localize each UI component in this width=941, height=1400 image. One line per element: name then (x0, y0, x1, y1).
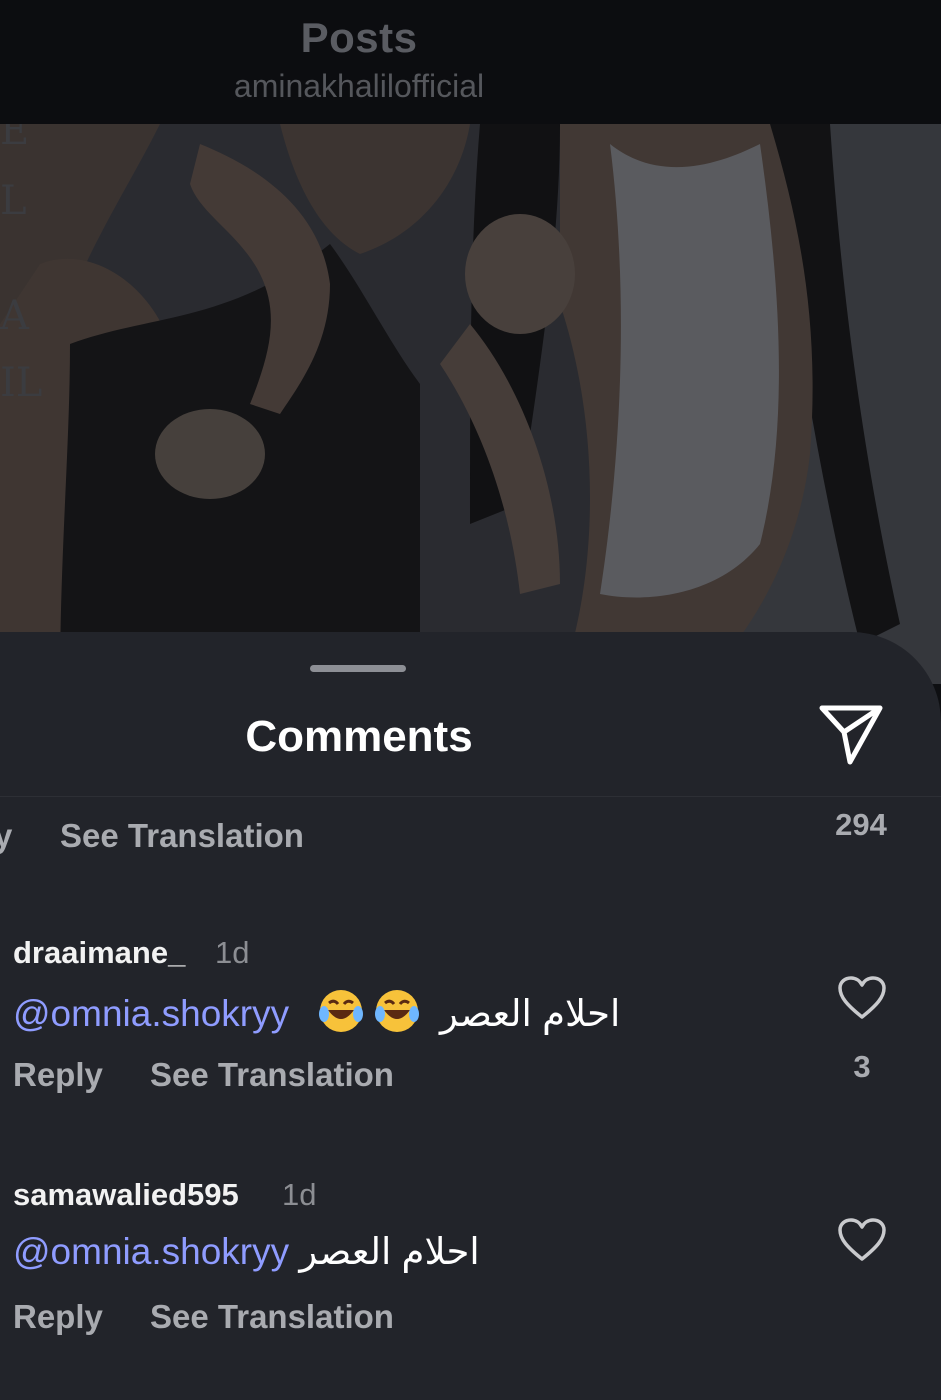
comments-sheet: Comments y See Translation 294 draaimane… (0, 632, 941, 1400)
comment-message: احلام العصر (299, 1231, 480, 1272)
like-count[interactable]: 3 (822, 1049, 902, 1085)
reply-button-fragment[interactable]: y (0, 817, 12, 855)
svg-text:A: A (0, 293, 30, 339)
comment-time: 1d (215, 935, 250, 970)
like-button[interactable] (837, 1217, 887, 1263)
mention-link[interactable]: @omnia.shokryy (13, 993, 289, 1034)
post-image: E L A IL (0, 124, 941, 684)
sheet-drag-handle[interactable] (310, 665, 406, 672)
sheet-title: Comments (245, 712, 473, 761)
post-photo-illustration: E L A IL (0, 124, 941, 684)
header-divider (0, 796, 941, 797)
like-count[interactable]: 294 (821, 807, 901, 843)
comment-username[interactable]: samawalied595 (13, 1177, 239, 1213)
reply-button[interactable]: Reply (13, 1298, 103, 1336)
comment-time: 1d (282, 1177, 317, 1212)
see-translation-button[interactable]: See Translation (150, 1056, 394, 1094)
svg-text:E: E (0, 124, 29, 154)
see-translation-button[interactable]: See Translation (60, 817, 304, 855)
share-button[interactable] (816, 702, 886, 768)
comment-text: @omnia.shokryy احلام العصر (13, 988, 620, 1035)
comment-username[interactable]: draaimane_ (13, 935, 185, 971)
laughing-emoji-icon (318, 990, 363, 1032)
heart-icon (838, 976, 886, 1019)
like-button[interactable] (837, 975, 887, 1021)
svg-text:IL: IL (0, 360, 42, 406)
comment-text: @omnia.shokryy احلام العصر (13, 1230, 480, 1273)
paper-plane-icon (819, 705, 883, 765)
page-title: Posts (300, 14, 418, 61)
mention-link[interactable]: @omnia.shokryy (13, 1231, 289, 1272)
laughing-emoji-icon (374, 990, 419, 1032)
reply-button[interactable]: Reply (13, 1056, 103, 1094)
svg-text:L: L (0, 178, 27, 224)
heart-icon (838, 1218, 886, 1261)
account-username[interactable]: aminakhalilofficial (0, 68, 718, 105)
comment-message: احلام العصر (439, 993, 621, 1034)
top-header: Posts aminakhalilofficial (0, 0, 941, 124)
see-translation-button[interactable]: See Translation (150, 1298, 394, 1336)
